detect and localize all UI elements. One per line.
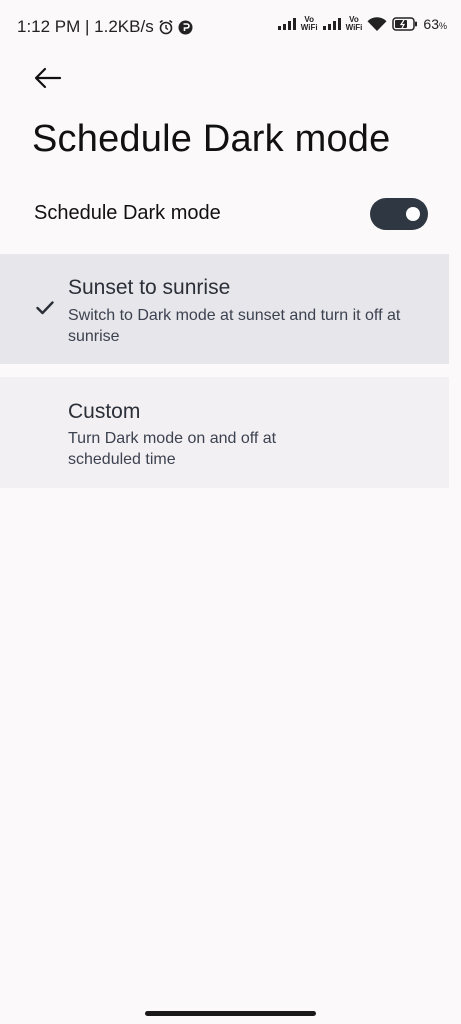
option-title: Custom: [68, 400, 141, 423]
schedule-toggle-label: Schedule Dark mode: [34, 202, 221, 224]
status-right: Vo WiFi Vo WiFi 63%: [277, 16, 447, 32]
battery-unit: %: [438, 21, 447, 31]
home-indicator[interactable]: [145, 1011, 316, 1016]
option-title: Sunset to sunrise: [68, 276, 231, 299]
battery-percent: 63%: [423, 16, 447, 32]
page-title: Schedule Dark mode: [32, 118, 391, 160]
wifi-icon: [367, 16, 387, 31]
option-description: Turn Dark mode on and off at scheduled t…: [68, 430, 277, 468]
app-notification-icon: [178, 20, 193, 34]
signal-icon-2: [322, 18, 341, 30]
schedule-toggle-row[interactable]: Schedule Dark mode: [0, 190, 461, 238]
vowifi-indicator: Vo WiFi: [301, 16, 318, 32]
alarm-icon: [159, 19, 173, 35]
vowifi-bottom: WiFi: [300, 23, 318, 32]
vowifi-indicator-2: Vo WiFi: [346, 16, 363, 32]
check-icon: [36, 301, 54, 315]
status-time-speed: 1:12 PM | 1.2KB/s: [17, 17, 154, 36]
schedule-dark-mode-toggle[interactable]: [370, 198, 428, 230]
status-left: 1:12 PM | 1.2KB/s: [17, 17, 193, 37]
battery-value: 63: [423, 16, 439, 32]
option-sunset-to-sunrise[interactable]: Sunset to sunrise Switch to Dark mode at…: [0, 254, 449, 364]
back-arrow-icon: [34, 67, 62, 89]
battery-icon: [392, 17, 418, 31]
option-custom[interactable]: Custom Turn Dark mode on and off at sche…: [0, 377, 449, 488]
toggle-knob: [406, 207, 420, 221]
option-description: Switch to Dark mode at sunset and turn i…: [68, 307, 401, 345]
status-bar: 1:12 PM | 1.2KB/s Vo WiFi Vo WiFi 63%: [0, 0, 461, 54]
vowifi-bottom-2: WiFi: [345, 23, 363, 32]
back-button[interactable]: [28, 60, 68, 96]
signal-icon: [277, 18, 296, 30]
